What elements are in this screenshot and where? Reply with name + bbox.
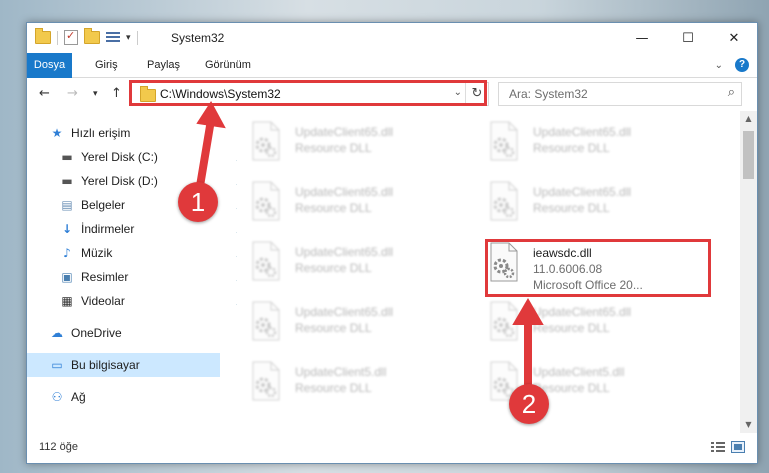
callout-badge-1: 1 <box>178 182 218 222</box>
callout-badge-2: 2 <box>509 384 549 424</box>
callout-arrows <box>196 101 544 388</box>
